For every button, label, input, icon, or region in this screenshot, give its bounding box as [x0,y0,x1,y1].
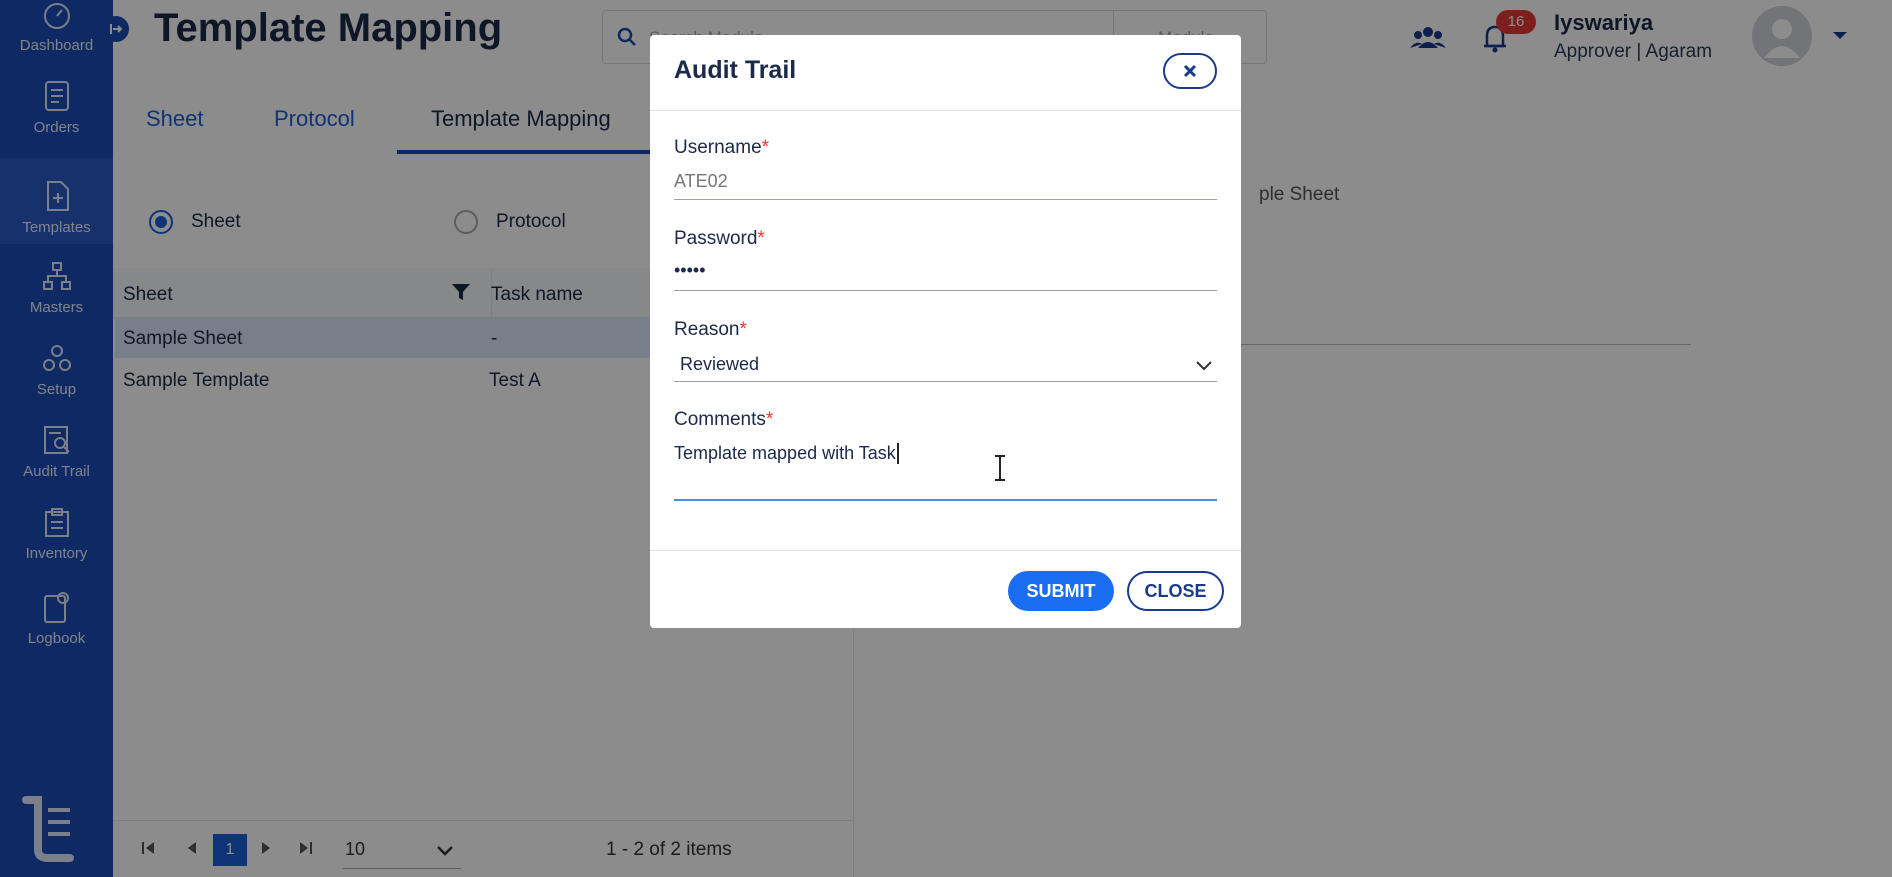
username-label: Username* [674,137,769,159]
required-mark: * [761,137,770,158]
comments-field[interactable]: Template mapped with Task [674,443,899,464]
password-field[interactable]: ••••• [674,260,706,281]
comments-label: Comments* [674,409,773,431]
reason-underline [674,381,1217,382]
password-label-text: Password [674,228,758,249]
dialog-title: Audit Trail [674,56,797,84]
submit-button[interactable]: SUBMIT [1008,571,1114,611]
comments-label-text: Comments [674,409,766,430]
required-mark: * [739,319,747,340]
audit-trail-dialog: Audit Trail Username* ATE02 Password* ••… [650,35,1241,628]
comments-underline [674,499,1217,501]
required-mark: * [757,228,765,249]
chevron-down-icon[interactable] [1196,358,1212,376]
dialog-footer-divider [650,550,1241,551]
dialog-divider [650,110,1241,111]
required-mark: * [765,409,774,430]
reason-select[interactable]: Reviewed [680,354,759,375]
text-cursor-icon [993,455,1007,486]
username-label-text: Username [674,137,762,158]
reason-label-text: Reason [674,319,740,340]
username-underline [674,199,1217,200]
username-field[interactable]: ATE02 [674,171,728,192]
password-underline [674,290,1217,291]
password-label: Password* [674,228,765,250]
close-icon[interactable] [1163,53,1217,89]
close-button[interactable]: CLOSE [1127,571,1224,611]
reason-label: Reason* [674,319,747,341]
